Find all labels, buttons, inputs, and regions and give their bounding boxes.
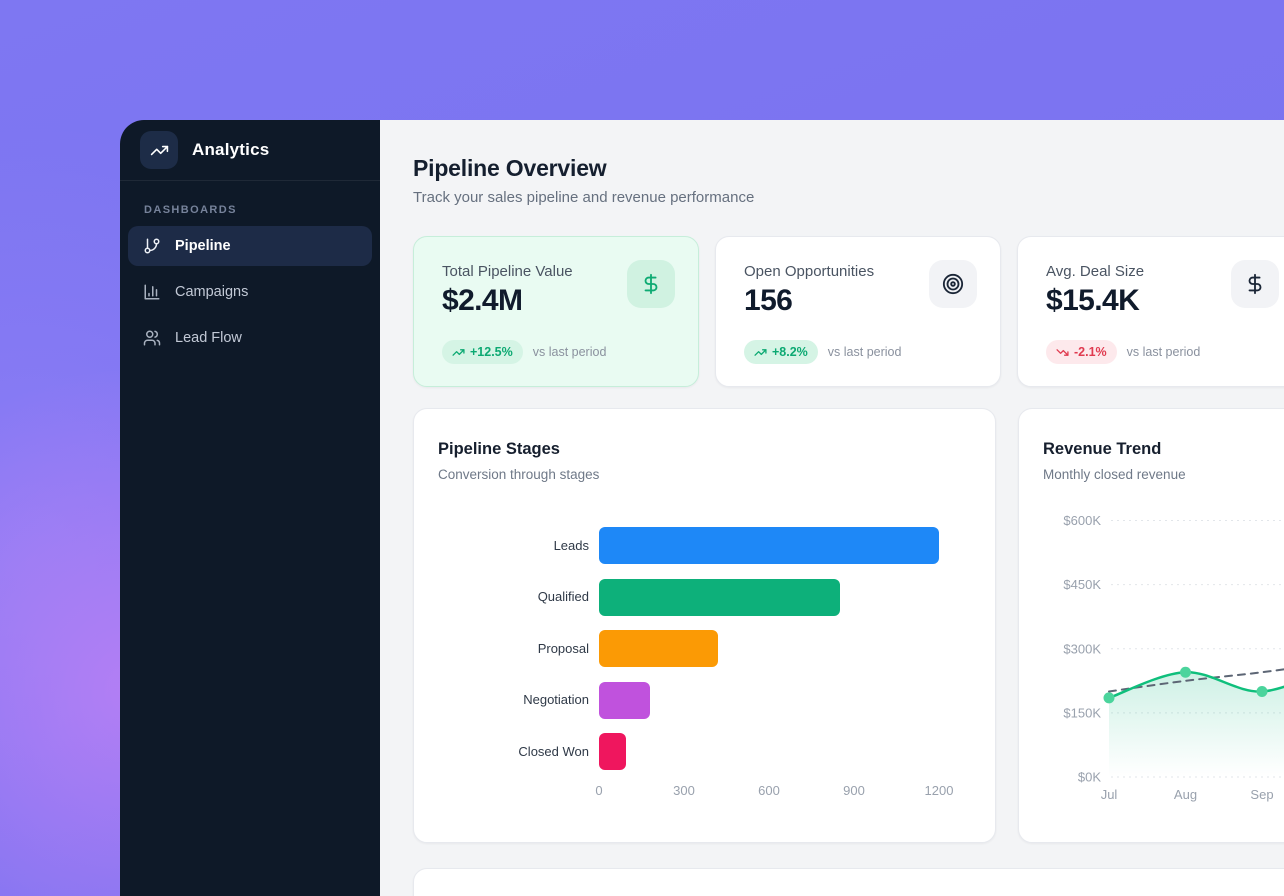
trending-up-icon [452,346,465,359]
x-axis-tick: 600 [758,783,780,798]
revenue-data-point [1257,686,1268,697]
bar-negotiation [599,682,650,719]
kpi-label: Avg. Deal Size [1046,263,1144,280]
x-axis-tick: 900 [843,783,865,798]
bar-leads [599,527,939,564]
bar-row: Proposal [414,630,995,667]
sidebar-header: Analytics [120,120,380,181]
target-icon [929,260,977,308]
kpi-card-total-pipeline-value[interactable]: Total Pipeline Value $2.4M +12.5% vs las… [413,236,699,387]
bar-category-label: Closed Won [509,743,589,759]
bar-row: Closed Won [414,733,995,770]
bar-row: Leads [414,527,995,564]
x-axis-tick: 0 [595,783,602,798]
pipeline-stages-card: Pipeline Stages Conversion through stage… [413,408,996,843]
trending-up-icon [754,346,767,359]
charts-row: Pipeline Stages Conversion through stage… [413,408,1284,843]
sidebar-item-label: Lead Flow [175,330,242,346]
bar-closed-won [599,733,626,770]
dollar-icon [1231,260,1279,308]
bar-category-label: Negotiation [509,692,589,708]
revenue-area [1109,664,1284,777]
kpi-label: Open Opportunities [744,263,874,280]
y-axis-tick: $150K [1063,705,1101,720]
delta-badge: +12.5% [442,340,523,364]
page-subtitle: Track your sales pipeline and revenue pe… [413,188,1284,208]
pipeline-bars: Leads Qualified Proposal Negotiation Closed … [414,409,995,842]
sidebar-item-campaigns[interactable]: Campaigns [128,272,372,312]
bar-proposal [599,630,718,667]
bar-category-label: Leads [509,537,589,553]
sidebar-nav: Pipeline Campaigns Lead Flow [120,226,380,358]
y-axis-tick: $450K [1063,577,1101,592]
bar-category-label: Qualified [509,589,589,605]
x-axis-tick: 1200 [925,783,954,798]
revenue-chart-svg: $0K $150K $300K $450K $600K Jul Aug Sep [1019,409,1284,844]
vs-last-period-note: vs last period [1127,345,1201,359]
y-axis-tick: $600K [1063,513,1101,528]
page-title: Pipeline Overview [413,155,1284,181]
vs-last-period-note: vs last period [533,345,607,359]
kpi-value: $15.4K [1046,284,1139,318]
kpi-value: 156 [744,284,792,318]
analytics-logo [140,131,178,169]
sidebar-item-label: Campaigns [175,284,248,300]
delta-badge: -2.1% [1046,340,1117,364]
bar-qualified [599,579,840,616]
y-axis-tick: $300K [1063,641,1101,656]
sidebar-item-label: Pipeline [175,238,231,254]
delta-badge: +8.2% [744,340,818,364]
bar-row: Negotiation [414,682,995,719]
revenue-trend-card: Revenue Trend Monthly closed revenue $0K… [1018,408,1284,843]
users-icon [143,329,161,347]
kpi-row: Total Pipeline Value $2.4M +12.5% vs las… [413,236,1284,387]
vs-last-period-note: vs last period [828,345,902,359]
dollar-icon [627,260,675,308]
kpi-value: $2.4M [442,284,522,318]
trending-down-icon [1056,346,1069,359]
git-branch-icon [143,237,161,255]
sidebar-item-lead-flow[interactable]: Lead Flow [128,318,372,358]
bar-row: Qualified [414,579,995,616]
kpi-label: Total Pipeline Value [442,263,573,280]
bar-category-label: Proposal [509,640,589,656]
revenue-data-point [1104,692,1115,703]
brand-name: Analytics [192,140,269,160]
trending-up-icon [150,141,169,160]
x-axis-tick: Sep [1250,787,1273,802]
sidebar-item-pipeline[interactable]: Pipeline [128,226,372,266]
kpi-card-avg-deal-size[interactable]: Avg. Deal Size $15.4K -2.1% vs last peri… [1017,236,1284,387]
kpi-footer: +8.2% vs last period [744,340,901,364]
bar-chart-icon [143,283,161,301]
sidebar-section-label: DASHBOARDS [144,204,356,216]
x-axis-tick: 300 [673,783,695,798]
revenue-data-point [1180,667,1191,678]
kpi-card-open-opportunities[interactable]: Open Opportunities 156 +8.2% vs last per… [715,236,1001,387]
y-axis-tick: $0K [1078,770,1101,785]
purple-desktop-background: { "sidebar": { "brand": { "name": "Analy… [0,0,1284,896]
kpi-footer: -2.1% vs last period [1046,340,1200,364]
bottom-card-partially-visible [413,868,1284,896]
kpi-footer: +12.5% vs last period [442,340,606,364]
main-content: Pipeline Overview Track your sales pipel… [380,120,1284,896]
x-axis-tick: Jul [1101,787,1118,802]
app-window: Analytics DASHBOARDS Pipeline Campaigns [120,120,1284,896]
x-axis-tick: Aug [1174,787,1197,802]
sidebar: Analytics DASHBOARDS Pipeline Campaigns [120,120,380,896]
